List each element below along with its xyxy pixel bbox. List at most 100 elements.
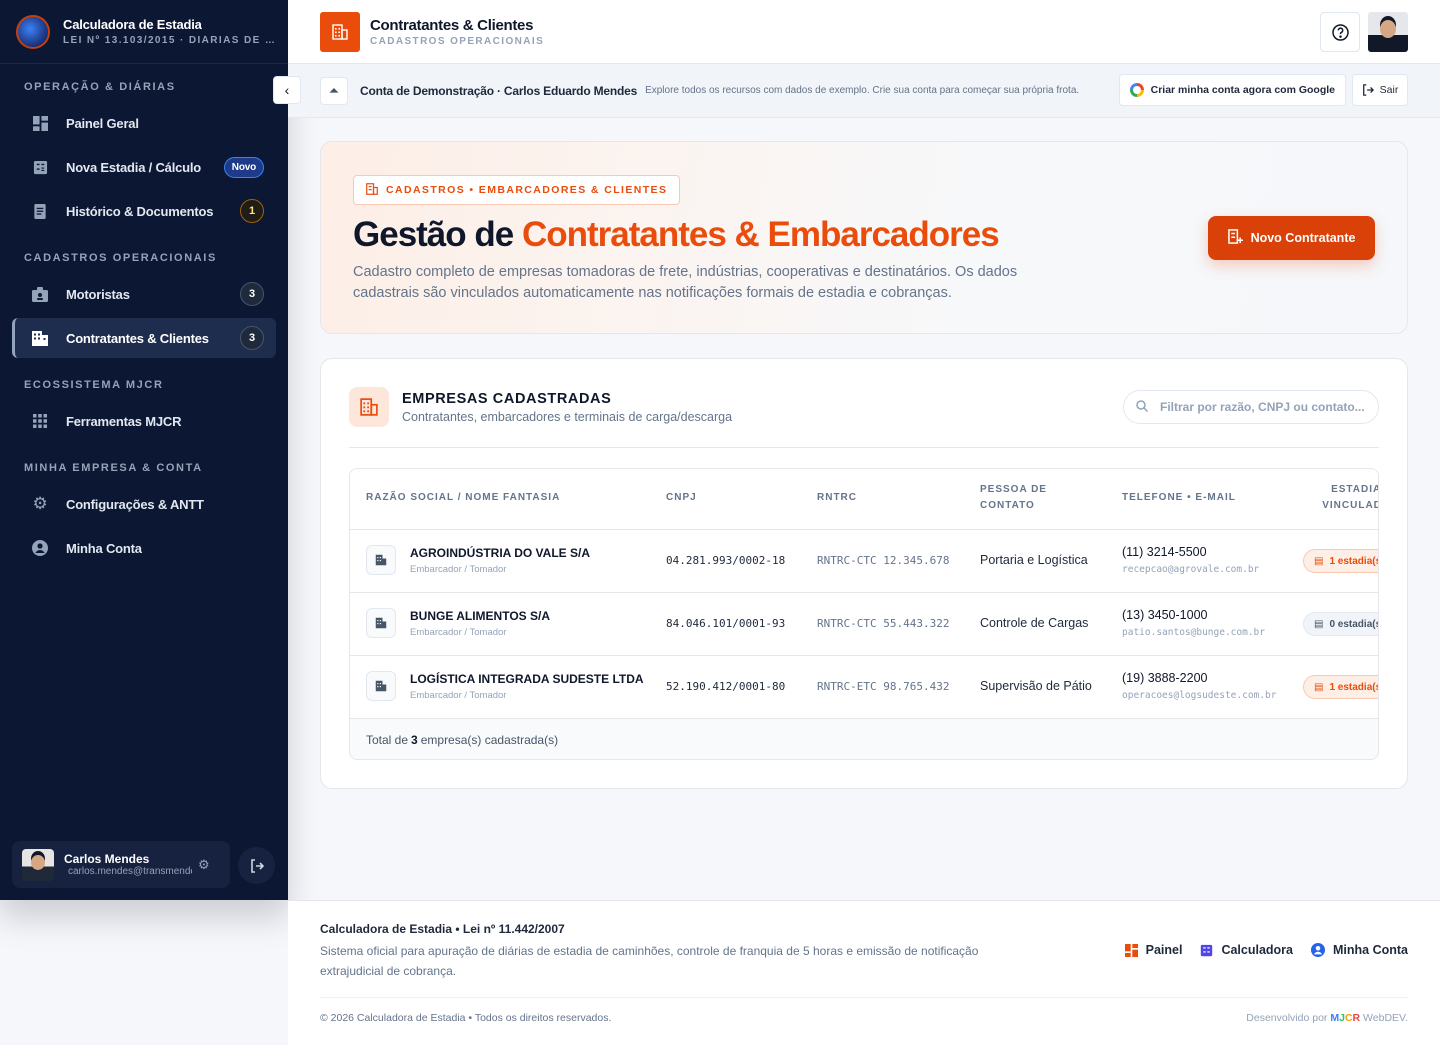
page-subtitle: CADASTROS OPERACIONAIS bbox=[370, 35, 545, 47]
card-subtitle: Contratantes, embarcadores e terminais d… bbox=[402, 410, 733, 424]
column-header: RNTRC bbox=[817, 492, 857, 503]
table-row[interactable]: LOGÍSTICA INTEGRADA SUDESTE LTDA Embarca… bbox=[350, 656, 1379, 719]
brand-logo bbox=[16, 14, 50, 49]
demo-banner: ⏶ Conta de Demonstração · Carlos Eduardo… bbox=[288, 64, 1440, 118]
dev-logo-c: C bbox=[1344, 1012, 1353, 1024]
logout-button[interactable] bbox=[238, 847, 275, 884]
avatar[interactable] bbox=[1368, 12, 1408, 52]
building-icon bbox=[366, 671, 396, 701]
table-row[interactable]: BUNGE ALIMENTOS S/A Embarcador / Tomador… bbox=[350, 593, 1379, 656]
rntrc-value: RNTRC-CTC 12.345.678 bbox=[817, 554, 950, 567]
breadcrumb-label: CADASTROS • EMBARCADORES & CLIENTES bbox=[386, 184, 668, 196]
table-row[interactable]: AGROINDÚSTRIA DO VALE S/A Embarcador / T… bbox=[350, 530, 1379, 593]
hero-description: Cadastro completo de empresas tomadoras … bbox=[353, 264, 1018, 301]
sidebar-item-label: Painel Geral bbox=[66, 115, 139, 131]
nav-heading: MINHA EMPRESA & CONTA bbox=[24, 462, 203, 474]
user-card[interactable]: Carlos Mendes carlos.mendes@transmendes.… bbox=[12, 841, 230, 888]
footer-link-label: Painel bbox=[1145, 943, 1183, 957]
stays-label: 0 estadia(s) bbox=[1329, 618, 1379, 630]
total-prefix: Total de bbox=[366, 733, 409, 747]
cnpj-value: 04.281.993/0002-18 bbox=[666, 554, 786, 567]
nav-heading: CADASTROS OPERACIONAIS bbox=[24, 252, 217, 264]
footer-link-painel[interactable]: Painel bbox=[1124, 943, 1183, 957]
contact-person: Portaria e Logística bbox=[980, 553, 1088, 567]
brand[interactable]: Calculadora de Estadia LEI Nº 13.103/201… bbox=[0, 0, 288, 64]
rntrc-value: RNTRC-ETC 98.765.432 bbox=[817, 680, 950, 693]
company-name: AGROINDÚSTRIA DO VALE S/A bbox=[410, 546, 591, 560]
google-signup-button[interactable]: Criar minha conta agora com Google bbox=[1118, 74, 1346, 106]
new-contractor-label: Novo Contratante bbox=[1250, 231, 1356, 245]
hero-title: Gestão de Contratantes & Embarcadores bbox=[353, 215, 1000, 255]
dev-prefix: Desenvolvido por bbox=[1246, 1012, 1328, 1024]
demo-title: Conta de Demonstração · Carlos Eduardo M… bbox=[360, 83, 638, 98]
user-circle-icon bbox=[1311, 943, 1325, 957]
calculator-icon bbox=[32, 159, 48, 175]
footer-link-calculadora[interactable]: Calculadora bbox=[1200, 943, 1293, 957]
companies-card: EMPRESAS CADASTRADAS Contratantes, embar… bbox=[320, 358, 1408, 789]
sidebar-item-minha-conta[interactable]: Minha Conta bbox=[12, 528, 276, 568]
nav-heading: OPERAÇÃO & DIÁRIAS bbox=[24, 81, 176, 93]
footer-link-minha-conta[interactable]: Minha Conta bbox=[1311, 943, 1408, 957]
document-icon: ▤ bbox=[1314, 681, 1324, 693]
brand-subtitle: LEI Nº 13.103/2015 · DIÁRIAS DE … bbox=[63, 35, 275, 46]
cnpj-value: 84.046.101/0001-93 bbox=[666, 617, 786, 630]
brand-title: Calculadora de Estadia bbox=[63, 17, 202, 32]
search-input[interactable]: Filtrar por razão, CNPJ ou contato... bbox=[1123, 390, 1379, 424]
help-button[interactable] bbox=[1320, 12, 1360, 52]
company-type: Embarcador / Tomador bbox=[410, 690, 507, 701]
stays-badge[interactable]: ▤ 0 estadia(s) bbox=[1303, 612, 1379, 636]
dashboard-icon bbox=[1124, 943, 1138, 957]
company-name: LOGÍSTICA INTEGRADA SUDESTE LTDA bbox=[410, 672, 644, 686]
user-name: Carlos Mendes bbox=[64, 852, 150, 866]
sidebar-item-painel-geral[interactable]: Painel Geral bbox=[12, 103, 276, 143]
building-icon bbox=[320, 11, 360, 52]
stays-label: 1 estadia(s) bbox=[1329, 555, 1379, 567]
document-icon bbox=[32, 203, 48, 219]
topbar: Contratantes & Clientes CADASTROS OPERAC… bbox=[288, 0, 1440, 64]
logout-icon bbox=[1362, 84, 1374, 96]
dev-logo-r: R bbox=[1352, 1012, 1361, 1024]
nav-section-conta: MINHA EMPRESA & CONTA ⚙ Configurações & … bbox=[0, 445, 288, 568]
dev-suffix: WebDEV. bbox=[1363, 1012, 1408, 1024]
google-signup-label: Criar minha conta agora com Google bbox=[1150, 84, 1335, 96]
sidebar-item-label: Histórico & Documentos bbox=[66, 203, 214, 219]
stays-label: 1 estadia(s) bbox=[1329, 681, 1379, 693]
sidebar-item-historico[interactable]: Histórico & Documentos 1 bbox=[12, 191, 276, 231]
google-icon bbox=[1129, 83, 1144, 97]
sidebar-item-label: Configurações & ANTT bbox=[66, 496, 204, 512]
demo-text: Explore todos os recursos com dados de e… bbox=[645, 85, 1080, 96]
footer-link-label: Minha Conta bbox=[1333, 943, 1408, 957]
new-contractor-button[interactable]: Novo Contratante bbox=[1208, 216, 1375, 260]
developer-credit[interactable]: Desenvolvido por MJCR WebDEV. bbox=[1246, 1012, 1408, 1024]
table-footer: Total de 3 empresa(s) cadastrada(s) bbox=[350, 719, 1378, 759]
collapse-sidebar-button[interactable]: ‹ bbox=[273, 76, 301, 104]
gear-icon[interactable]: ⚙ bbox=[198, 857, 210, 873]
building-icon bbox=[366, 182, 378, 198]
building-icon bbox=[32, 330, 48, 346]
stays-badge[interactable]: ▤ 1 estadia(s) bbox=[1303, 675, 1379, 699]
flask-icon: ⏶ bbox=[320, 76, 348, 105]
building-icon bbox=[366, 545, 396, 575]
footer-description: Sistema oficial para apuração de diárias… bbox=[320, 944, 979, 978]
stays-badge[interactable]: ▤ 1 estadia(s) bbox=[1303, 549, 1379, 573]
sidebar-item-ferramentas[interactable]: Ferramentas MJCR bbox=[12, 401, 276, 441]
sidebar-item-configuracoes[interactable]: ⚙ Configurações & ANTT bbox=[12, 484, 276, 524]
column-header: PESSOA DE CONTATO bbox=[980, 484, 1047, 511]
footer-link-label: Calculadora bbox=[1221, 943, 1293, 957]
table-header: RAZÃO SOCIAL / NOME FANTASIA CNPJ RNTRC … bbox=[350, 469, 1378, 530]
email-value: operacoes@logsudeste.com.br bbox=[1122, 690, 1277, 701]
nav-section-cadastros: CADASTROS OPERACIONAIS Motoristas 3 Cont… bbox=[0, 235, 288, 358]
total-count: 3 bbox=[411, 733, 418, 747]
gear-icon: ⚙ bbox=[32, 494, 48, 513]
document-icon: ▤ bbox=[1314, 555, 1324, 567]
copyright: © 2026 Calculadora de Estadia • Todos os… bbox=[320, 1012, 612, 1024]
column-header: CNPJ bbox=[666, 492, 697, 503]
logout-label: Sair bbox=[1379, 84, 1399, 96]
sidebar-item-label: Minha Conta bbox=[66, 540, 142, 556]
sidebar-item-contratantes[interactable]: Contratantes & Clientes 3 bbox=[12, 318, 276, 358]
sidebar-item-motoristas[interactable]: Motoristas 3 bbox=[12, 274, 276, 314]
logout-button[interactable]: Sair bbox=[1352, 74, 1408, 106]
sidebar-item-nova-estadia[interactable]: Nova Estadia / Cálculo Novo bbox=[12, 147, 276, 187]
cnpj-value: 52.190.412/0001-80 bbox=[666, 680, 786, 693]
phone-value: (19) 3888-2200 bbox=[1122, 671, 1208, 685]
